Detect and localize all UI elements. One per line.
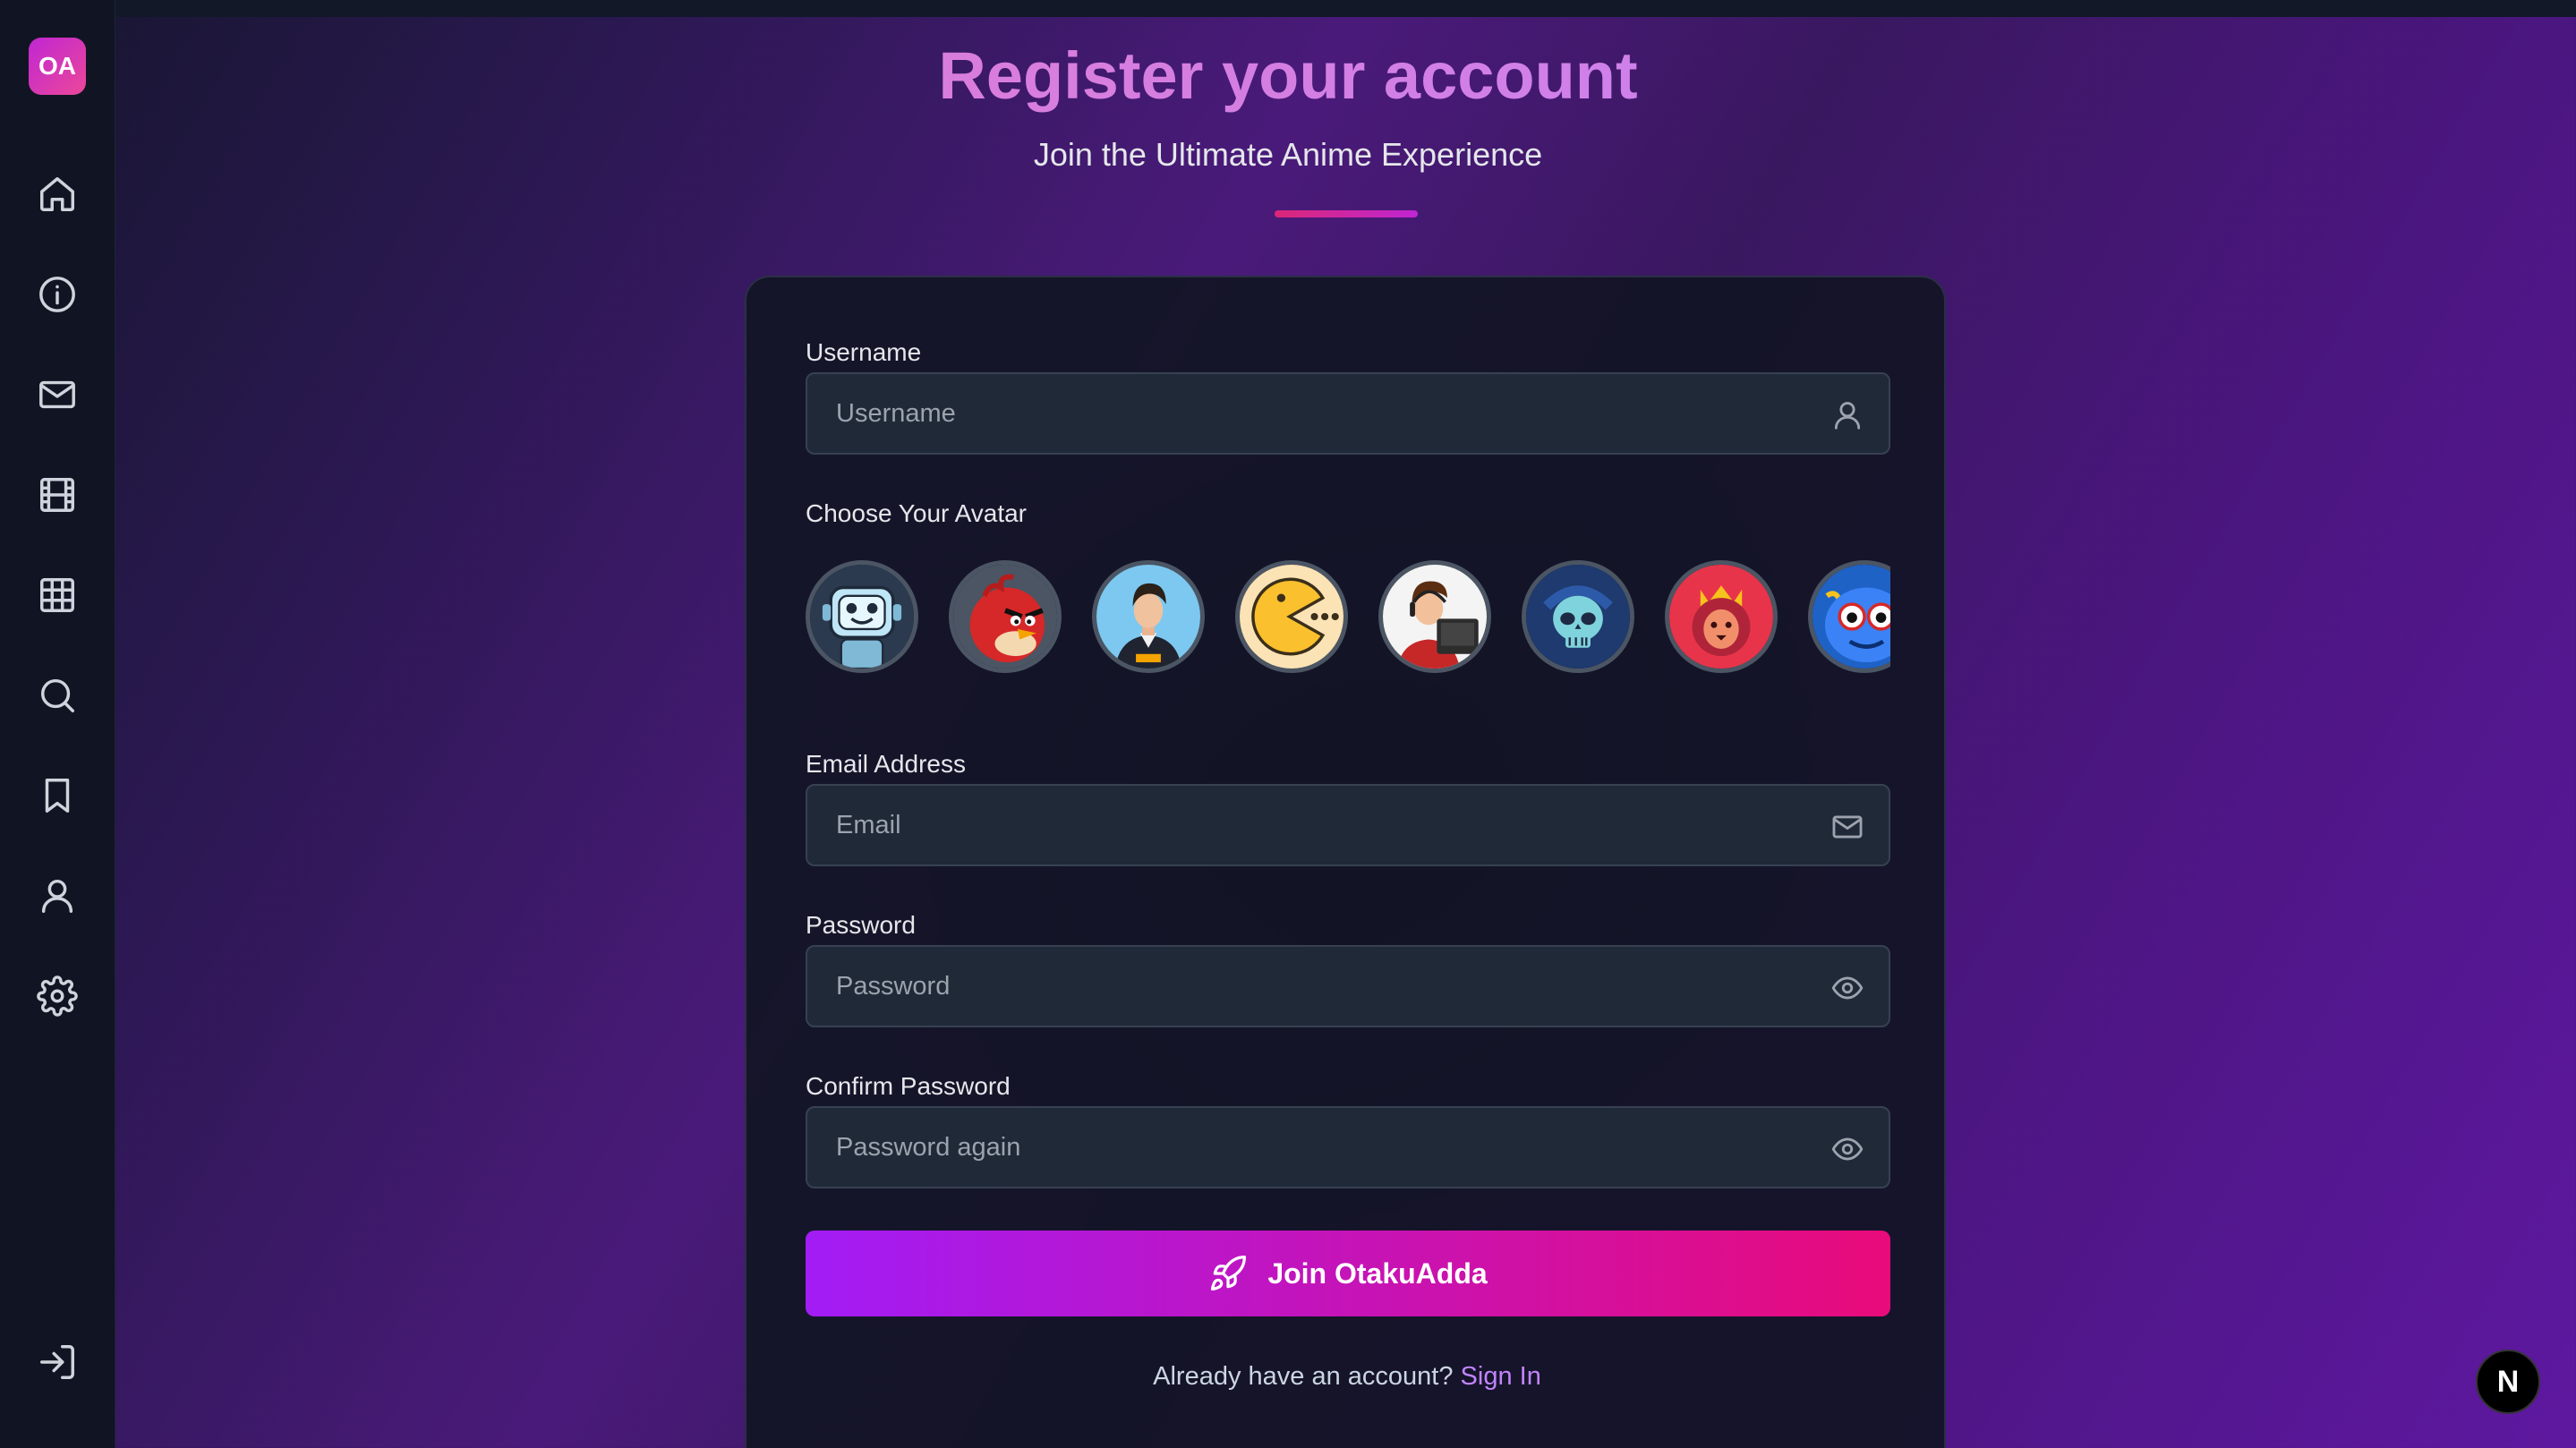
home-icon (40, 177, 74, 211)
blue-monster-avatar-icon (1813, 565, 1890, 669)
robot-avatar-icon (810, 565, 914, 669)
avatar-option-pacman[interactable] (1235, 560, 1348, 673)
avatar-label: Choose Your Avatar (806, 499, 1028, 527)
avatar-option-man[interactable] (1092, 560, 1205, 673)
mail-icon (39, 380, 75, 409)
sidebar-item-search[interactable] (29, 667, 86, 724)
rocket-icon (1211, 1256, 1247, 1291)
confirm-password-label: Confirm Password (806, 1072, 1011, 1100)
sidebar-item-settings[interactable] (29, 967, 86, 1025)
gear-icon (37, 975, 78, 1017)
sidebar: OA (0, 0, 115, 1448)
skull-avatar-icon (1526, 565, 1630, 669)
register-form: Username Choose Your Avatar (745, 276, 1946, 1448)
bookmark-icon (45, 779, 70, 813)
avatar-option-gamer[interactable] (1378, 560, 1491, 673)
username-field-wrapper (806, 372, 1890, 455)
confirm-password-field-wrapper (806, 1106, 1890, 1188)
email-label: Email Address (806, 750, 966, 778)
user-icon (1830, 397, 1865, 433)
avatar-option-skull[interactable] (1522, 560, 1634, 673)
page-subtitle: Join the Ultimate Anime Experience (1033, 136, 1543, 173)
eye-icon[interactable] (1830, 970, 1865, 1006)
pacman-avatar-icon (1240, 565, 1343, 669)
email-input[interactable] (807, 786, 1889, 865)
login-icon (40, 1345, 74, 1379)
gamer-avatar-icon (1383, 565, 1487, 669)
page-title: Register your account (0, 38, 2576, 114)
avatar-option-angry-bird[interactable] (949, 560, 1062, 673)
sidebar-item-contact[interactable] (29, 366, 86, 423)
sidebar-item-about[interactable] (29, 266, 86, 323)
avatar-option-lion-king[interactable] (1665, 560, 1778, 673)
top-bar (0, 0, 2576, 17)
signin-link[interactable]: Sign In (1461, 1362, 1541, 1391)
avatar-option-blue-monster[interactable] (1808, 560, 1890, 673)
sidebar-item-home[interactable] (29, 166, 86, 223)
signin-row: Already have an account? Sign In (746, 1362, 1948, 1392)
film-icon (40, 478, 74, 512)
sidebar-item-profile[interactable] (29, 867, 86, 924)
sidebar-item-movies[interactable] (29, 466, 86, 524)
join-button-label: Join OtakuAdda (1267, 1256, 1488, 1290)
man-avatar-icon (1096, 565, 1200, 669)
mail-icon (1830, 809, 1865, 845)
join-button[interactable]: Join OtakuAdda (806, 1231, 1890, 1316)
eye-icon[interactable] (1830, 1131, 1865, 1167)
sidebar-login-button[interactable] (29, 1333, 86, 1391)
signin-prompt: Already have an account? (1153, 1362, 1461, 1391)
search-icon (40, 678, 74, 712)
avatar-picker (806, 560, 1890, 677)
user-icon (41, 879, 73, 913)
grid-icon (40, 578, 74, 612)
angry-bird-avatar-icon (953, 565, 1057, 669)
lion-king-avatar-icon (1669, 565, 1773, 669)
title-underline (1275, 210, 1418, 217)
password-field-wrapper (806, 945, 1890, 1027)
avatar-option-robot[interactable] (806, 560, 918, 673)
confirm-password-input[interactable] (807, 1108, 1889, 1187)
username-label: Username (806, 338, 922, 366)
password-input[interactable] (807, 947, 1889, 1026)
email-field-wrapper (806, 784, 1890, 866)
dev-tools-badge[interactable]: N (2476, 1350, 2540, 1414)
sidebar-item-grid[interactable] (29, 566, 86, 624)
password-label: Password (806, 911, 916, 939)
info-icon (39, 277, 75, 312)
username-input[interactable] (807, 374, 1889, 453)
sidebar-item-bookmarks[interactable] (29, 767, 86, 824)
